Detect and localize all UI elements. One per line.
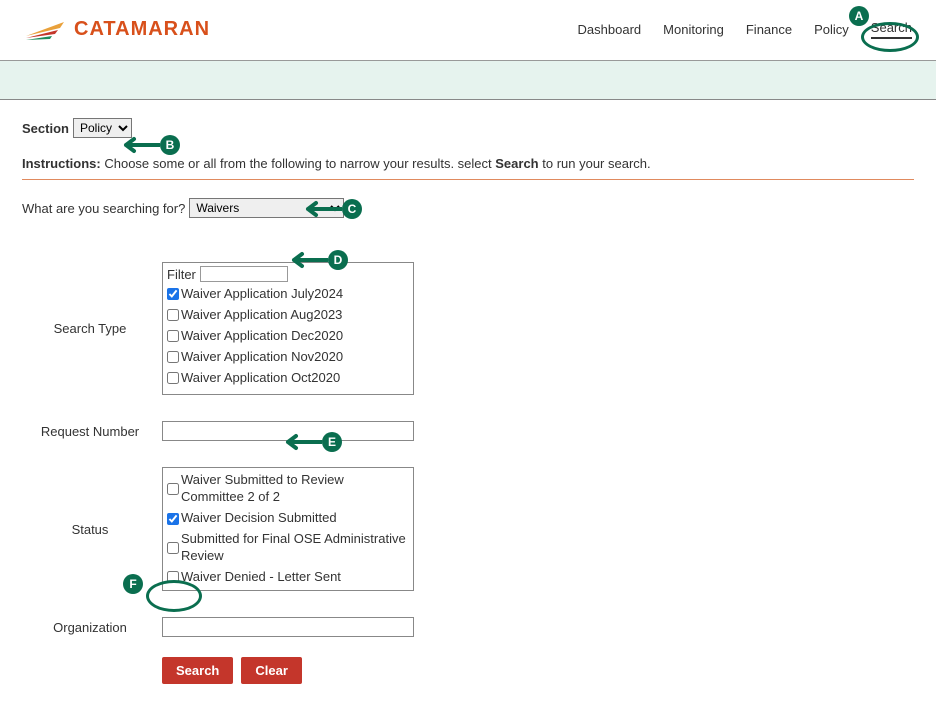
nav-policy[interactable]: Policy	[814, 22, 849, 37]
status-option-checkbox[interactable]	[167, 483, 179, 495]
status-option-label: Submitted for Final OSE Administrative R…	[181, 531, 409, 565]
search-type-filter-input[interactable]	[200, 266, 288, 282]
section-label: Section	[22, 121, 69, 136]
filter-label: Filter	[167, 267, 196, 282]
search-type-option-checkbox[interactable]	[167, 372, 179, 384]
brand-name: CATAMARAN	[74, 18, 210, 41]
page-band	[0, 60, 936, 100]
brand-logo: CATAMARAN	[24, 16, 210, 42]
instructions-text: Instructions: Choose some or all from th…	[22, 156, 914, 171]
nav-search[interactable]: Search	[871, 20, 912, 39]
header: CATAMARAN Dashboard Monitoring Finance P…	[0, 0, 936, 56]
search-type-option-checkbox[interactable]	[167, 330, 179, 342]
search-type-listbox: Filter Waiver Application July2024 Waive…	[162, 262, 414, 395]
status-listbox[interactable]: Waiver Submitted to Review Committee 2 o…	[162, 467, 414, 591]
organization-input[interactable]	[162, 617, 414, 637]
query-select[interactable]: Waivers	[189, 198, 344, 218]
search-type-option-label: Waiver Application July2024	[181, 286, 343, 303]
status-option-label: Waiver Decision Submitted	[181, 510, 337, 527]
search-type-label: Search Type	[22, 262, 162, 395]
search-type-option-checkbox[interactable]	[167, 351, 179, 363]
nav-dashboard[interactable]: Dashboard	[578, 22, 642, 37]
request-number-input[interactable]	[162, 421, 414, 441]
search-type-option-label: Waiver Application Dec2020	[181, 328, 343, 345]
status-option-checkbox[interactable]	[167, 542, 179, 554]
search-type-option-checkbox[interactable]	[167, 288, 179, 300]
status-option-checkbox[interactable]	[167, 513, 179, 525]
nav-monitoring[interactable]: Monitoring	[663, 22, 724, 37]
section-select[interactable]: Policy	[73, 118, 132, 138]
request-number-label: Request Number	[22, 421, 162, 441]
logo-icon	[24, 16, 66, 42]
search-type-option-checkbox[interactable]	[167, 309, 179, 321]
status-option-label: Waiver Denied - Letter Sent	[181, 569, 341, 586]
status-option-label: Waiver Submitted to Review Committee 2 o…	[181, 472, 409, 506]
top-nav: Dashboard Monitoring Finance Policy Sear…	[578, 20, 912, 39]
organization-label: Organization	[22, 617, 162, 637]
divider	[22, 179, 914, 180]
search-type-option-label: Waiver Application Nov2020	[181, 349, 343, 366]
search-button[interactable]: Search	[162, 657, 233, 684]
status-option-checkbox[interactable]	[167, 571, 179, 583]
search-type-option-label: Waiver Application Oct2020	[181, 370, 340, 387]
search-type-option-label: Waiver Application Aug2023	[181, 307, 342, 324]
status-label: Status	[22, 467, 162, 591]
status-option-label: Waiver Approved - Letter Sent	[181, 590, 355, 592]
nav-finance[interactable]: Finance	[746, 22, 792, 37]
query-label: What are you searching for?	[22, 201, 185, 216]
clear-button[interactable]: Clear	[241, 657, 302, 684]
